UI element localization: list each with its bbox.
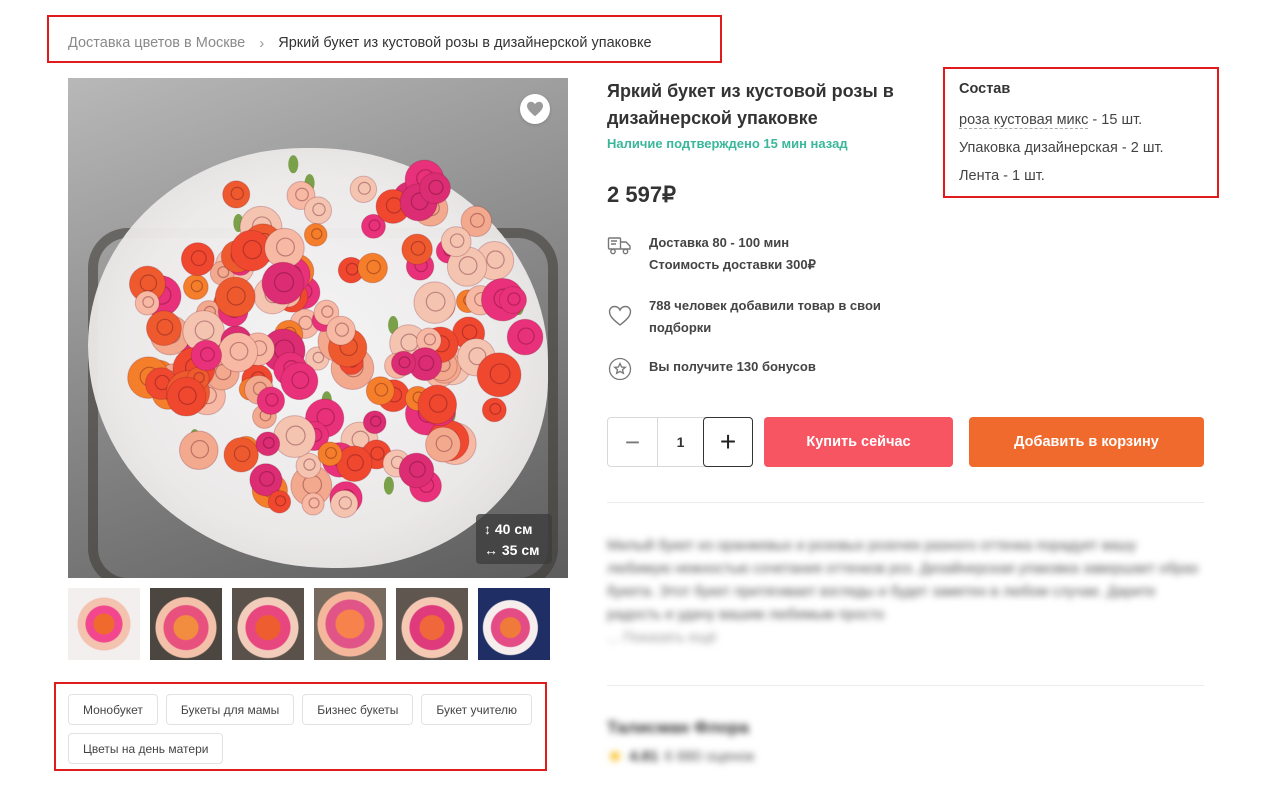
breadcrumb: Доставка цветов в Москве › Яркий букет и… <box>68 33 652 53</box>
bonus-info: Вы получите 130 бонусов <box>607 356 909 382</box>
delivery-truck-icon <box>607 232 633 258</box>
favorites-count: 788 человек добавили товар в свои подбор… <box>649 298 881 335</box>
tag-teacher-bouquet[interactable]: Букет учителю <box>421 694 533 725</box>
shop-rating: ★ 4.81 6 880 оценок <box>607 746 754 767</box>
delivery-cost: Стоимость доставки 300₽ <box>649 257 816 272</box>
composition-item-name-link[interactable]: роза кустовая микс <box>959 112 1089 129</box>
composition-item-qty: - 2 шт. <box>1117 140 1164 156</box>
tag-monobouquet[interactable]: Монобукет <box>68 694 158 725</box>
delivery-time: Доставка 80 - 100 мин <box>649 235 790 250</box>
quantity-stepper: − 1 + <box>607 417 753 467</box>
thumbnail-2[interactable] <box>150 588 222 660</box>
thumbnail-strip <box>68 588 550 660</box>
composition-item-name: Лента <box>959 168 1000 184</box>
product-title: Яркий букет из кустовой розы в дизайнерс… <box>607 81 894 128</box>
quantity-decrease-button[interactable]: − <box>608 418 658 466</box>
shop-name[interactable]: Талисман Флора <box>607 718 749 738</box>
reviews-count[interactable]: 6 880 оценок <box>664 748 754 765</box>
tag-business-bouquets[interactable]: Бизнес букеты <box>302 694 414 725</box>
composition-item: Упаковка дизайнерская - 2 шт. <box>959 134 1209 162</box>
product-description: Милый букет из оранжевых и розовых розоч… <box>607 535 1202 650</box>
composition-panel: Состав роза кустовая микс - 15 шт. Упако… <box>959 78 1209 190</box>
breadcrumb-current: Яркий букет из кустовой розы в дизайнерс… <box>278 35 652 51</box>
availability-status: Наличие подтверждено 15 мин назад <box>607 136 848 151</box>
composition-item: Лента - 1 шт. <box>959 162 1209 190</box>
star-icon: ★ <box>607 746 624 766</box>
tag-bouquets-for-mom[interactable]: Букеты для мамы <box>165 694 295 725</box>
size-badge: ↕ 40 см ↔ 35 см <box>476 514 552 564</box>
category-tags: Монобукет Букеты для мамы Бизнес букеты … <box>68 694 538 764</box>
size-width: ↔ 35 см <box>484 542 540 558</box>
heart-icon <box>527 101 543 117</box>
favorite-button[interactable] <box>520 94 550 124</box>
thumbnail-4[interactable] <box>314 588 386 660</box>
thumbnail-6[interactable] <box>478 588 550 660</box>
thumbnail-3[interactable] <box>232 588 304 660</box>
favorites-info: 788 человек добавили товар в свои подбор… <box>607 295 909 339</box>
composition-item: роза кустовая микс - 15 шт. <box>959 106 1209 134</box>
bouquet-illustration <box>127 155 544 519</box>
chevron-right-icon: › <box>259 34 265 52</box>
quantity-value[interactable]: 1 <box>658 434 703 450</box>
product-main-image[interactable] <box>68 78 568 578</box>
add-to-cart-button[interactable]: Добавить в корзину <box>969 417 1204 467</box>
rating-value: 4.81 <box>629 748 659 765</box>
description-text: Милый букет из оранжевых и розовых розоч… <box>607 538 1199 623</box>
divider <box>607 502 1204 503</box>
divider <box>607 685 1204 686</box>
bonus-points: Вы получите 130 бонусов <box>649 359 816 374</box>
composition-item-qty: - 1 шт. <box>999 168 1045 184</box>
composition-title: Состав <box>959 81 1011 97</box>
delivery-info: Доставка 80 - 100 мин Стоимость доставки… <box>607 232 909 276</box>
show-more-link[interactable]: ... Показать ещё <box>607 630 717 646</box>
thumbnail-1[interactable] <box>68 588 140 660</box>
quantity-increase-button[interactable]: + <box>703 417 753 467</box>
thumbnail-5[interactable] <box>396 588 468 660</box>
composition-item-qty: - 15 шт. <box>1088 112 1143 128</box>
size-height: ↕ 40 см <box>484 521 533 537</box>
composition-item-name: Упаковка дизайнерская <box>959 140 1118 156</box>
buy-now-button[interactable]: Купить сейчас <box>764 417 953 467</box>
star-circle-icon <box>607 356 633 382</box>
product-price: 2 597₽ <box>607 182 677 207</box>
breadcrumb-link-delivery[interactable]: Доставка цветов в Москве <box>68 35 245 51</box>
heart-outline-icon <box>607 303 633 329</box>
tag-mothers-day[interactable]: Цветы на день матери <box>68 733 224 764</box>
